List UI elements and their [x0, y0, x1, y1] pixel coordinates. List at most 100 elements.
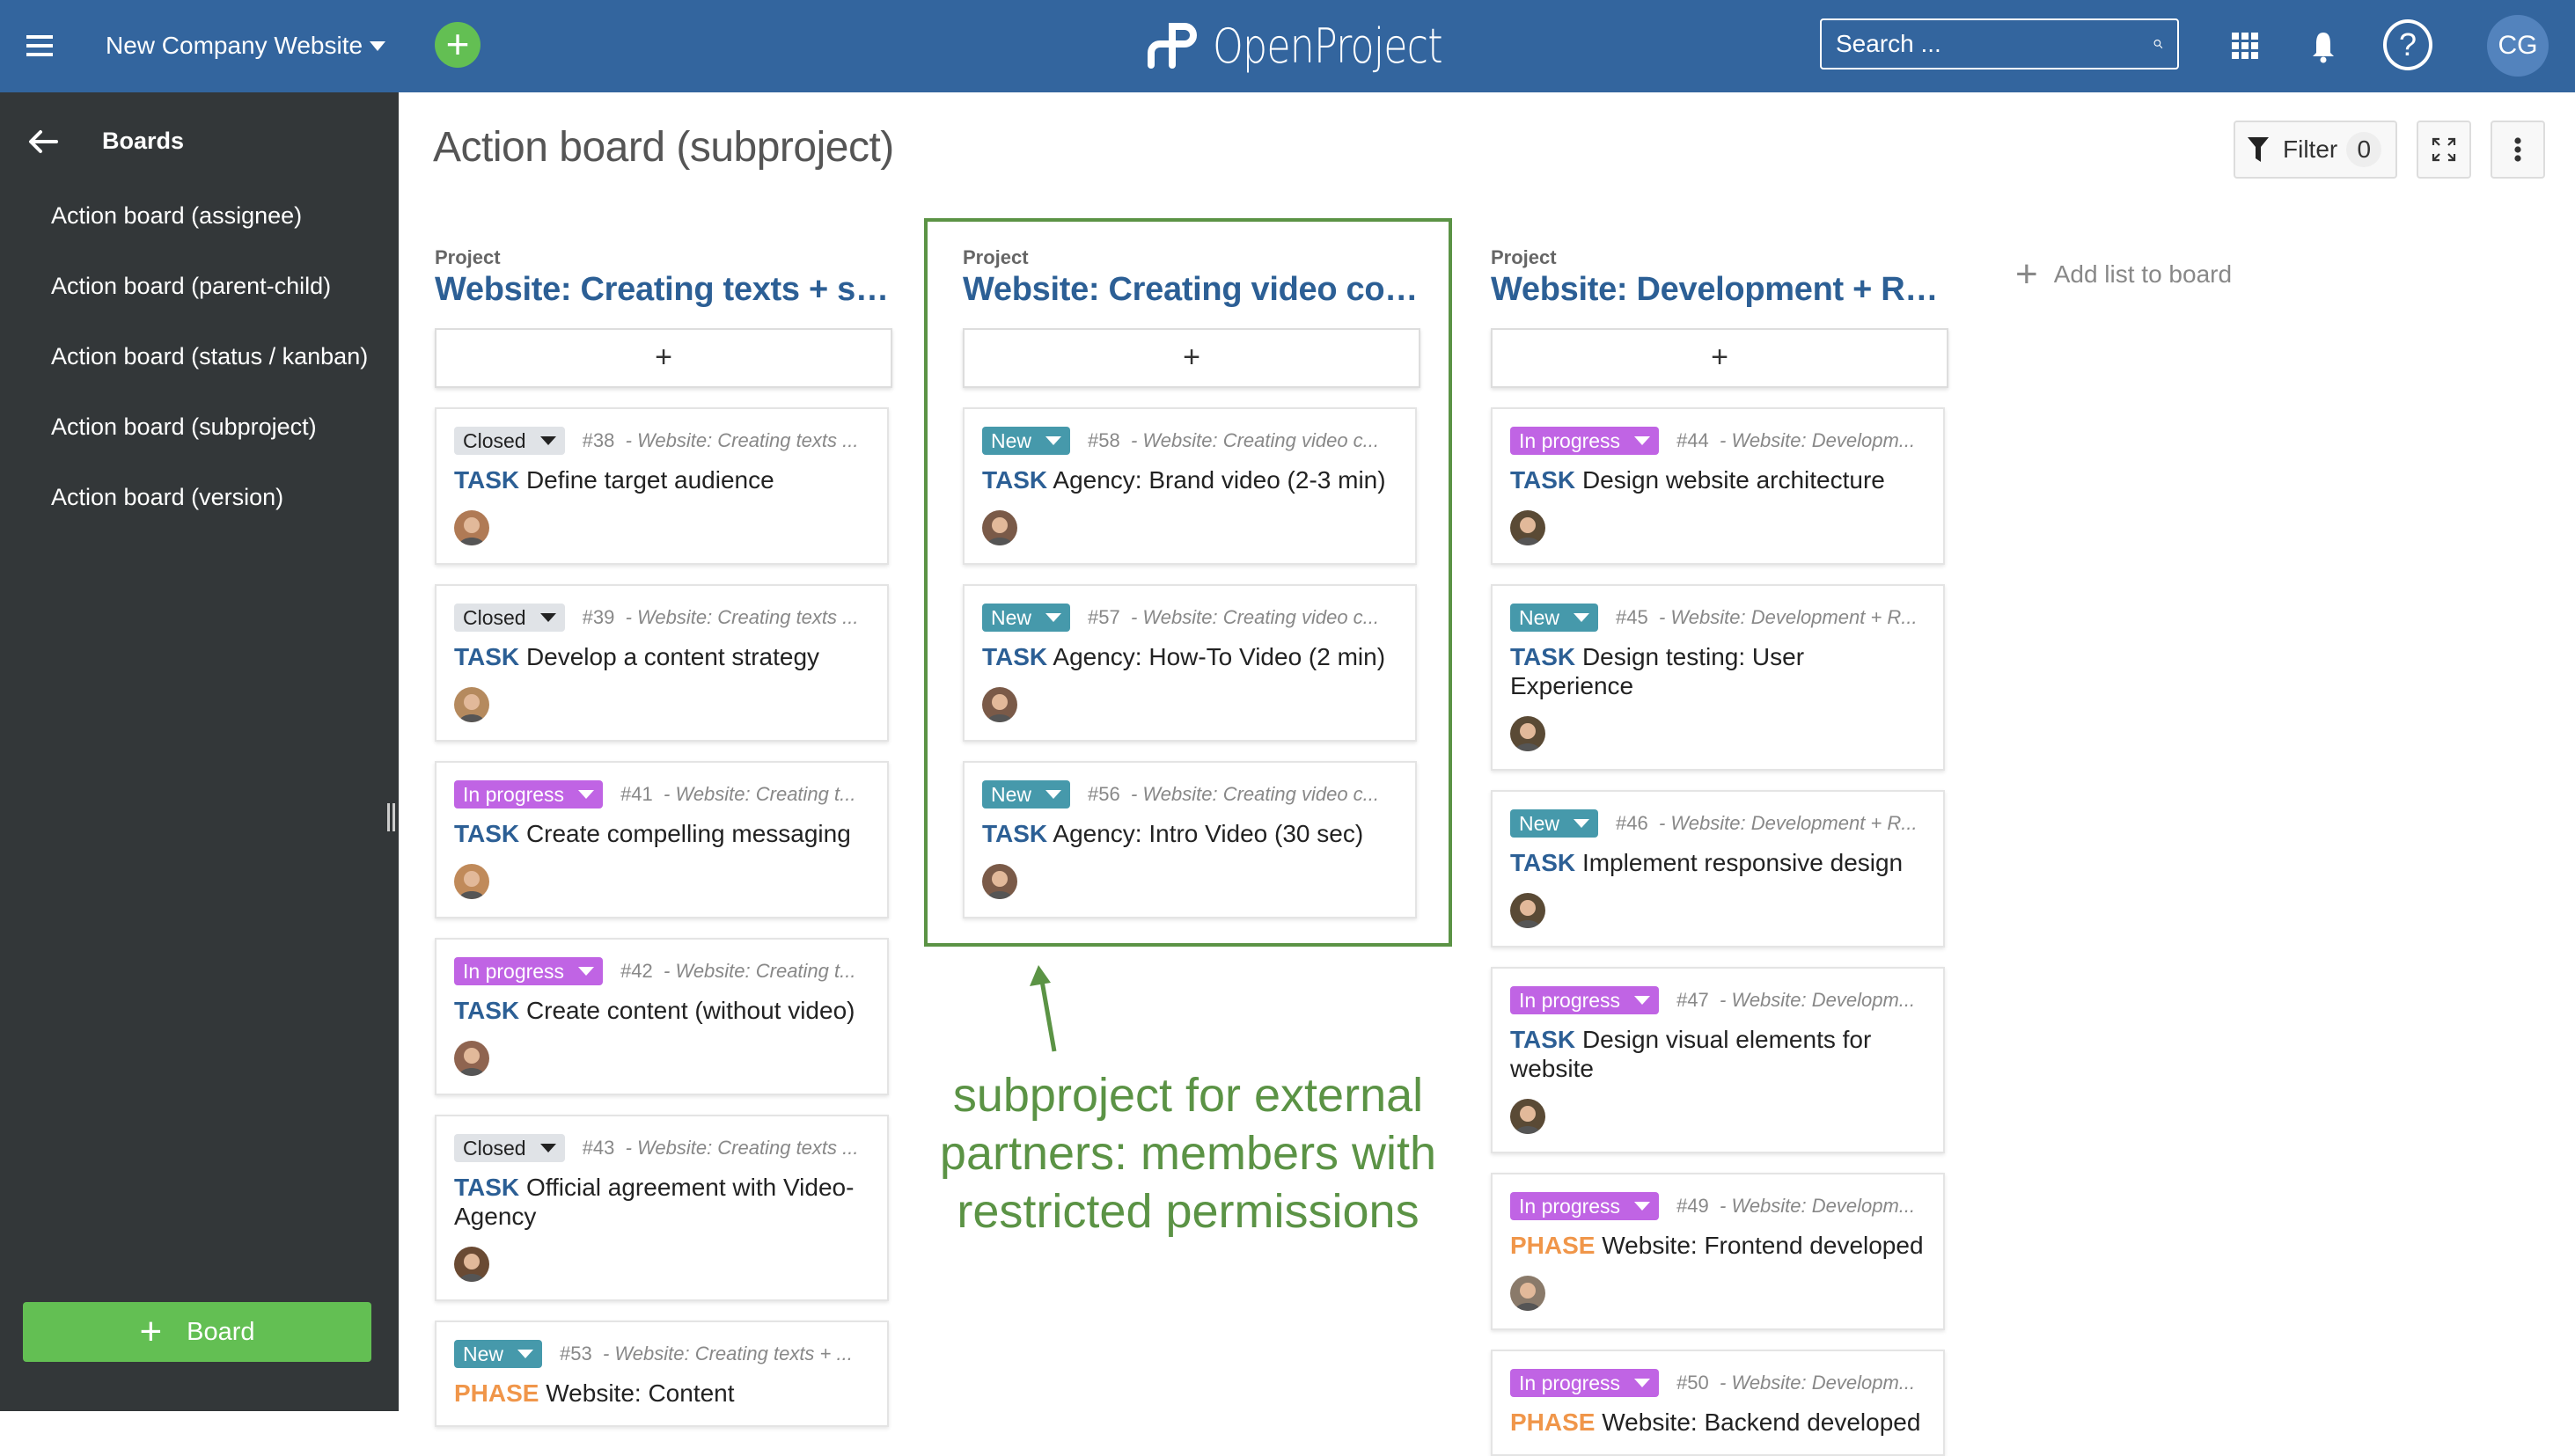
- card-subject: TASK Design testing: User Experience: [1510, 642, 1926, 700]
- status-dropdown[interactable]: In progress: [1510, 986, 1660, 1014]
- project-selector[interactable]: New Company Website: [106, 26, 386, 65]
- status-dropdown[interactable]: In progress: [1510, 1369, 1660, 1397]
- assignee-avatar[interactable]: [982, 864, 1017, 899]
- status-dropdown[interactable]: In progress: [454, 780, 604, 808]
- notification-bell-icon[interactable]: [2308, 30, 2338, 63]
- work-package-id[interactable]: #39: [583, 606, 615, 628]
- work-package-card[interactable]: New #46 - Website: Development + R... TASK…: [1491, 790, 1945, 947]
- status-dropdown[interactable]: Closed: [454, 1134, 565, 1162]
- subject-text: Agency: How-To Video (2 min): [1053, 643, 1386, 670]
- assignee-avatar[interactable]: [982, 510, 1017, 545]
- work-package-card[interactable]: In progress #49 - Website: Developm... PHA…: [1491, 1173, 1945, 1330]
- more-options-button[interactable]: [2491, 121, 2545, 179]
- work-package-id[interactable]: #41: [620, 783, 653, 805]
- work-package-card[interactable]: In progress #41 - Website: Creating t... T…: [435, 761, 889, 918]
- work-package-card[interactable]: In progress #42 - Website: Creating t... T…: [435, 938, 889, 1095]
- sidebar: Boards Action board (assignee) Action bo…: [0, 92, 399, 1411]
- assignee-avatar[interactable]: [454, 864, 489, 899]
- status-dropdown[interactable]: Closed: [454, 427, 565, 455]
- work-package-card[interactable]: In progress #47 - Website: Developm... TAS…: [1491, 967, 1945, 1153]
- help-icon[interactable]: ?: [2383, 19, 2432, 70]
- assignee-avatar[interactable]: [1510, 510, 1545, 545]
- assignee-avatar[interactable]: [454, 1041, 489, 1076]
- assignee-avatar[interactable]: [454, 687, 489, 722]
- work-package-card[interactable]: New #57 - Website: Creating video c... TAS…: [963, 584, 1417, 742]
- add-list-button[interactable]: + Add list to board: [2015, 255, 2232, 294]
- assignee-avatar[interactable]: [454, 510, 489, 545]
- work-package-card[interactable]: New #56 - Website: Creating video c... TAS…: [963, 761, 1417, 918]
- status-dropdown[interactable]: New: [982, 604, 1071, 632]
- status-dropdown[interactable]: In progress: [1510, 1192, 1660, 1220]
- work-package-id[interactable]: #57: [1088, 606, 1120, 628]
- card-project: - Website: Creating texts ...: [625, 606, 859, 628]
- work-package-card[interactable]: Closed #39 - Website: Creating texts ... T…: [435, 584, 889, 742]
- work-package-card[interactable]: New #58 - Website: Creating video c... TAS…: [963, 407, 1417, 565]
- caret-down-icon: [539, 1144, 556, 1152]
- search-input[interactable]: [1836, 30, 2153, 58]
- search-icon[interactable]: [2153, 31, 2163, 57]
- status-dropdown[interactable]: In progress: [454, 957, 604, 985]
- sidebar-resize-handle[interactable]: [387, 803, 396, 831]
- list-label: Project: [963, 246, 1029, 268]
- status-dropdown[interactable]: New: [982, 780, 1071, 808]
- work-package-id[interactable]: #56: [1088, 783, 1120, 805]
- work-package-id[interactable]: #46: [1616, 812, 1648, 834]
- status-dropdown[interactable]: Closed: [454, 604, 565, 632]
- assignee-avatar[interactable]: [1510, 1276, 1545, 1311]
- work-package-id[interactable]: #42: [620, 960, 653, 982]
- user-avatar[interactable]: CG: [2487, 15, 2549, 77]
- work-package-id[interactable]: #47: [1676, 989, 1709, 1011]
- work-package-id[interactable]: #49: [1676, 1195, 1709, 1217]
- assignee-avatar[interactable]: [1510, 1099, 1545, 1134]
- modules-grid-icon[interactable]: [2232, 33, 2258, 59]
- status-dropdown[interactable]: New: [982, 427, 1071, 455]
- list-title[interactable]: Website: Creating video content: [963, 271, 1420, 309]
- work-package-card[interactable]: Closed #43 - Website: Creating texts ... T…: [435, 1115, 889, 1301]
- add-card-button[interactable]: +: [435, 328, 892, 388]
- sidebar-item-version[interactable]: Action board (version): [51, 484, 283, 511]
- assignee-avatar[interactable]: [1510, 893, 1545, 928]
- quick-add-button[interactable]: +: [435, 22, 481, 68]
- status-label: In progress: [1519, 428, 1621, 452]
- status-dropdown[interactable]: New: [1510, 604, 1599, 632]
- filter-button[interactable]: Filter 0: [2234, 121, 2397, 179]
- status-dropdown[interactable]: In progress: [1510, 427, 1660, 455]
- work-package-id[interactable]: #58: [1088, 429, 1120, 451]
- sidebar-item-parent-child[interactable]: Action board (parent-child): [51, 273, 331, 300]
- filter-label: Filter: [2283, 135, 2338, 163]
- back-arrow-icon[interactable]: [28, 129, 58, 154]
- status-label: Closed: [463, 428, 526, 452]
- card-subject: TASK Create compelling messaging: [454, 819, 869, 848]
- sidebar-item-subproject[interactable]: Action board (subproject): [51, 413, 317, 441]
- list-title[interactable]: Website: Creating texts + structure: [435, 271, 892, 309]
- work-package-card[interactable]: In progress #50 - Website: Developm... PHA…: [1491, 1350, 1945, 1456]
- work-package-card[interactable]: In progress #44 - Website: Developm... TAS…: [1491, 407, 1945, 565]
- caret-down-icon: [370, 40, 386, 51]
- openproject-logo[interactable]: OpenProject: [1146, 12, 1493, 79]
- card-subject: TASK Implement responsive design: [1510, 848, 1926, 877]
- work-package-id[interactable]: #38: [583, 429, 615, 451]
- work-package-id[interactable]: #45: [1616, 606, 1648, 628]
- fullscreen-button[interactable]: [2417, 121, 2471, 179]
- list-title[interactable]: Website: Development + Rollout: [1491, 271, 1948, 309]
- assignee-avatar[interactable]: [982, 687, 1017, 722]
- work-package-card[interactable]: New #45 - Website: Development + R... TASK…: [1491, 584, 1945, 771]
- work-package-id[interactable]: #43: [583, 1137, 615, 1159]
- hamburger-menu-icon[interactable]: [26, 35, 53, 56]
- assignee-avatar[interactable]: [454, 1247, 489, 1282]
- work-package-type: TASK: [454, 643, 520, 670]
- add-card-button[interactable]: +: [1491, 328, 1948, 388]
- work-package-id[interactable]: #50: [1676, 1372, 1709, 1394]
- card-reference: #58 - Website: Creating video c...: [1088, 429, 1379, 452]
- sidebar-item-status-kanban[interactable]: Action board (status / kanban): [51, 343, 368, 370]
- work-package-type: PHASE: [454, 1379, 539, 1407]
- new-board-button[interactable]: + Board: [23, 1302, 371, 1362]
- status-dropdown[interactable]: New: [454, 1340, 543, 1368]
- work-package-card[interactable]: Closed #38 - Website: Creating texts ... T…: [435, 407, 889, 565]
- sidebar-item-assignee[interactable]: Action board (assignee): [51, 202, 302, 230]
- work-package-id[interactable]: #53: [560, 1343, 592, 1365]
- work-package-id[interactable]: #44: [1676, 429, 1709, 451]
- add-card-button[interactable]: +: [963, 328, 1420, 388]
- assignee-avatar[interactable]: [1510, 716, 1545, 751]
- status-dropdown[interactable]: New: [1510, 809, 1599, 838]
